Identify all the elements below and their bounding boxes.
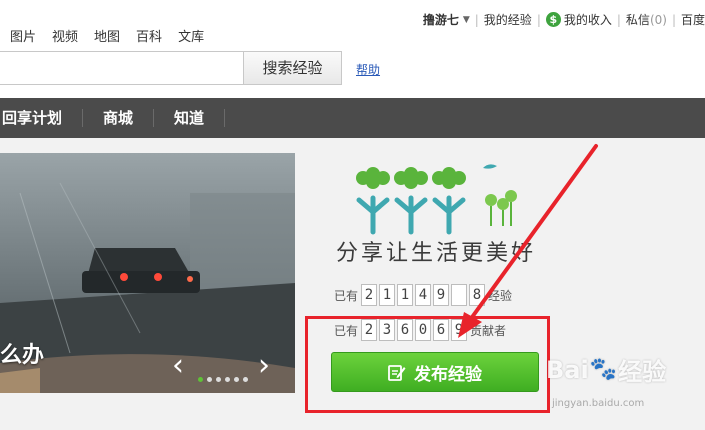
divider: |: [671, 12, 676, 27]
top-nav: 图片 视频 地图 百科 文库 撸游七 ▼ | 我的经验 | $ 我的收入 | 私…: [0, 0, 705, 50]
baidu-watermark: Bai 🐾 经验: [546, 352, 666, 387]
banner-image: [0, 153, 295, 393]
chevron-right-icon[interactable]: ›: [258, 351, 270, 381]
watermark-url: jingyan.baidu.com: [552, 398, 645, 409]
messages-count: (0): [649, 12, 667, 27]
carousel-dot[interactable]: [243, 377, 248, 382]
carousel-dot[interactable]: [225, 377, 230, 382]
category-bar: 回享计划 商城 知道: [0, 98, 705, 138]
people-logo-icon: [356, 164, 517, 235]
my-experience-link[interactable]: 我的经验: [484, 11, 532, 28]
experience-suffix: 经验: [488, 288, 513, 303]
watermark-brand-left: Bai: [546, 355, 589, 384]
carousel-dot[interactable]: [198, 377, 203, 382]
nav-link-wenku[interactable]: 文库: [178, 26, 204, 45]
search-input[interactable]: [0, 51, 243, 85]
experience-digit: 1: [379, 284, 396, 306]
experience-digit: [451, 284, 468, 306]
messages-link[interactable]: 私信: [626, 11, 650, 28]
nav-link-map[interactable]: 地图: [94, 26, 120, 45]
annotation-highlight-box: [305, 316, 550, 413]
username[interactable]: 撸游七: [423, 11, 459, 28]
experience-prefix: 已有: [334, 288, 359, 303]
category-mall[interactable]: 商城: [83, 109, 155, 127]
carousel-dot[interactable]: [234, 377, 239, 382]
paw-icon: 🐾: [589, 357, 618, 382]
baidu-link[interactable]: 百度: [681, 11, 705, 28]
experience-digit: 2: [361, 284, 378, 306]
dollar-icon: $: [545, 12, 561, 27]
slogan: 分享让生活更美好: [336, 241, 537, 266]
nav-link-baike[interactable]: 百科: [136, 26, 162, 45]
experience-digits: 2 1 1 4 9 8: [361, 284, 486, 306]
product-links: 图片 视频 地图 百科 文库: [10, 26, 204, 45]
nav-link-images[interactable]: 图片: [10, 26, 36, 45]
divider: |: [616, 12, 621, 27]
my-income-link[interactable]: 我的收入: [564, 11, 612, 28]
experience-count-row: 已有 2 1 1 4 9 8 经验: [334, 284, 512, 306]
watermark-brand-right: 经验: [618, 358, 667, 386]
carousel-dots: [198, 377, 248, 382]
experience-digit: 4: [415, 284, 432, 306]
experience-digit: 8: [469, 284, 486, 306]
carousel-dot[interactable]: [207, 377, 212, 382]
chevron-down-icon[interactable]: ▼: [463, 15, 470, 25]
user-bar: 撸游七 ▼ | 我的经验 | $ 我的收入 | 私信 (0) | 百度: [423, 11, 705, 28]
nav-link-video[interactable]: 视频: [52, 26, 78, 45]
banner-caption: 么办: [0, 343, 45, 368]
experience-digit: 1: [397, 284, 414, 306]
banner-carousel[interactable]: 么办 ‹ ›: [0, 153, 295, 393]
carousel-dot[interactable]: [216, 377, 221, 382]
category-zhidao[interactable]: 知道: [154, 109, 226, 127]
divider: |: [536, 12, 541, 27]
category-share-plan[interactable]: 回享计划: [0, 109, 84, 127]
divider: |: [474, 12, 479, 27]
chevron-left-icon[interactable]: ‹: [172, 351, 184, 381]
help-link[interactable]: 帮助: [356, 61, 380, 78]
experience-digit: 9: [433, 284, 450, 306]
search-button[interactable]: 搜索经验: [243, 51, 342, 85]
